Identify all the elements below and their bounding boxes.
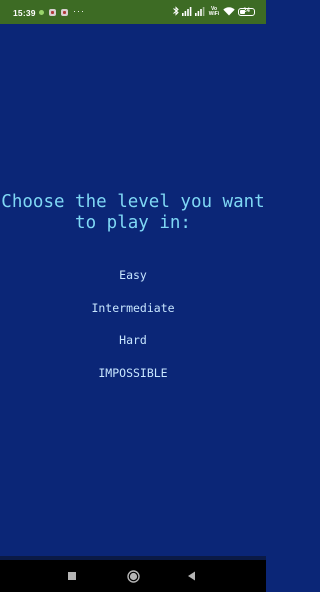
back-icon[interactable] <box>183 569 199 583</box>
app-notification-icon <box>61 8 68 16</box>
vowifi-label: Vo WiFi <box>208 6 220 17</box>
status-notification-icons: ··· <box>39 5 85 17</box>
level-option-easy[interactable]: Easy <box>0 266 266 299</box>
recents-icon[interactable] <box>64 569 80 583</box>
battery-level: 24 <box>243 8 250 14</box>
status-time: 15:39 <box>13 8 36 18</box>
level-list: Easy Intermediate Hard IMPOSSIBLE <box>0 266 266 396</box>
level-option-intermediate[interactable]: Intermediate <box>0 299 266 332</box>
notification-dot-icon <box>39 9 44 15</box>
page-title: Choose the level you want to play in: <box>1 192 265 233</box>
bluetooth-icon <box>173 6 179 18</box>
app-screen: 15:39 ··· Vo WiFi 24 Choose the level yo… <box>0 0 266 592</box>
home-icon[interactable] <box>125 569 141 583</box>
status-bar: 15:39 ··· Vo WiFi 24 <box>0 0 266 24</box>
signal-icon <box>195 6 205 18</box>
level-option-impossible[interactable]: IMPOSSIBLE <box>0 364 266 397</box>
more-notifications-icon: ··· <box>73 5 85 16</box>
wifi-icon <box>223 6 235 18</box>
status-system-icons: Vo WiFi 24 <box>173 6 255 18</box>
navigation-bar <box>0 560 266 592</box>
battery-icon: 24 <box>238 8 255 16</box>
level-option-hard[interactable]: Hard <box>0 331 266 364</box>
app-notification-icon <box>49 8 56 16</box>
signal-icon <box>182 6 192 18</box>
